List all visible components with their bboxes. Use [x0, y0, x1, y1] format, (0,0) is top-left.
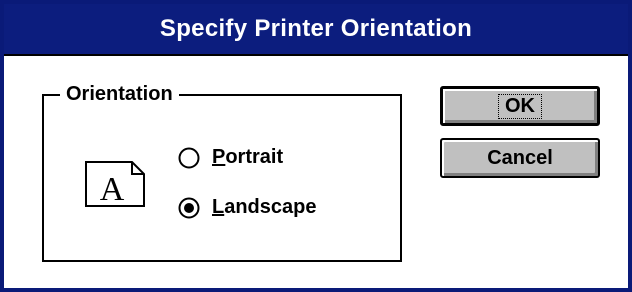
printer-orientation-dialog: Specify Printer Orientation Orientation …: [0, 0, 632, 292]
page-icon-letter: A: [100, 171, 125, 208]
cancel-button[interactable]: Cancel: [440, 138, 600, 178]
landscape-page-icon: A: [85, 161, 145, 208]
radio-checked-icon: [178, 197, 200, 218]
portrait-radio-label: Portrait: [212, 146, 284, 168]
dialog-title: Specify Printer Orientation: [159, 15, 473, 42]
landscape-radio[interactable]: Landscape: [178, 196, 316, 219]
orientation-group-label: Orientation: [60, 82, 179, 106]
cancel-button-label: Cancel: [487, 146, 553, 169]
landscape-radio-label: Landscape: [212, 196, 317, 218]
orientation-groupbox: Orientation A Portrait Landscape: [42, 82, 402, 262]
title-bar[interactable]: Specify Printer Orientation: [4, 4, 628, 56]
radio-unchecked-icon: [178, 147, 200, 168]
portrait-radio[interactable]: Portrait: [178, 146, 283, 169]
ok-button[interactable]: OK: [440, 86, 600, 126]
ok-button-label: OK: [498, 93, 542, 119]
